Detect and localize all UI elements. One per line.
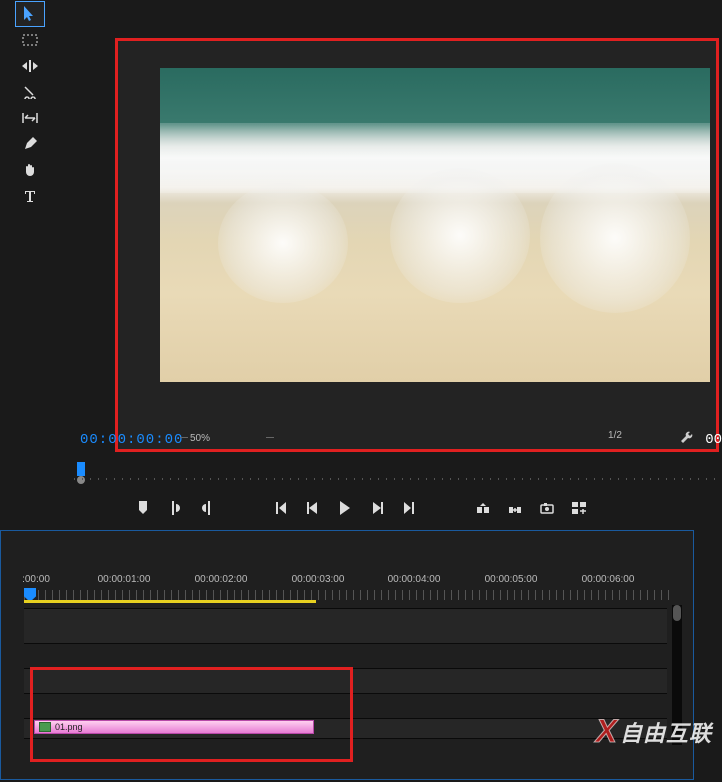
timeline-ruler[interactable]: :00:00 00:00:01:00 00:00:02:00 00:00:03:… bbox=[24, 574, 672, 598]
mark-out-button[interactable] bbox=[197, 498, 217, 518]
timeline-tracks[interactable] bbox=[24, 608, 667, 776]
mark-in-button[interactable] bbox=[165, 498, 185, 518]
add-marker-button[interactable] bbox=[133, 498, 153, 518]
settings-icon[interactable] bbox=[680, 431, 694, 448]
tool-palette bbox=[16, 0, 48, 208]
audio-track[interactable] bbox=[24, 738, 667, 760]
go-to-out-button[interactable] bbox=[399, 498, 419, 518]
video-track[interactable] bbox=[24, 693, 667, 718]
scrollbar-thumb[interactable] bbox=[673, 605, 681, 621]
transport-controls bbox=[0, 494, 722, 522]
button-editor-button[interactable] bbox=[569, 498, 589, 518]
slip-tool[interactable] bbox=[16, 106, 44, 130]
video-track[interactable] bbox=[24, 608, 667, 643]
ruler-tick: 00:00:04:00 bbox=[388, 574, 441, 585]
ruler-tick: 00:00:06:00 bbox=[582, 574, 635, 585]
watermark: X自由互联 bbox=[596, 713, 712, 750]
ruler-tick: 00:00:02:00 bbox=[195, 574, 248, 585]
scrubber-playhead[interactable] bbox=[77, 462, 85, 476]
timeline-clip[interactable]: 01.png bbox=[34, 720, 314, 734]
extract-button[interactable] bbox=[505, 498, 525, 518]
program-monitor-preview[interactable] bbox=[160, 68, 710, 382]
play-button[interactable] bbox=[335, 498, 355, 518]
ruler-tick: 00:00:03:00 bbox=[292, 574, 345, 585]
razor-tool[interactable] bbox=[16, 80, 44, 104]
step-back-button[interactable] bbox=[303, 498, 323, 518]
work-area-bar[interactable] bbox=[24, 600, 316, 603]
fx-badge-icon bbox=[39, 722, 51, 732]
program-scrubber[interactable] bbox=[74, 462, 718, 482]
lift-button[interactable] bbox=[473, 498, 493, 518]
zoom-level-dropdown[interactable]: 50% bbox=[182, 430, 272, 446]
clip-label: 01.png bbox=[55, 722, 83, 732]
selection-tool[interactable] bbox=[16, 2, 44, 26]
ruler-tick: :00:00 bbox=[22, 574, 50, 585]
step-forward-button[interactable] bbox=[367, 498, 387, 518]
timecode-out[interactable]: 00 bbox=[705, 432, 722, 448]
pen-tool[interactable] bbox=[16, 132, 44, 156]
go-to-in-button[interactable] bbox=[271, 498, 291, 518]
ruler-tick: 00:00:05:00 bbox=[485, 574, 538, 585]
export-frame-button[interactable] bbox=[537, 498, 557, 518]
track-select-tool[interactable] bbox=[16, 28, 44, 52]
type-tool[interactable] bbox=[16, 184, 44, 208]
resolution-dropdown[interactable]: 1/2 bbox=[580, 430, 650, 441]
timecode-in[interactable]: 00:00:00:00 bbox=[80, 432, 183, 448]
hand-tool[interactable] bbox=[16, 158, 44, 182]
video-track[interactable] bbox=[24, 643, 667, 668]
video-track[interactable] bbox=[24, 668, 667, 693]
ruler-tick: 00:00:01:00 bbox=[98, 574, 151, 585]
ripple-edit-tool[interactable] bbox=[16, 54, 44, 78]
